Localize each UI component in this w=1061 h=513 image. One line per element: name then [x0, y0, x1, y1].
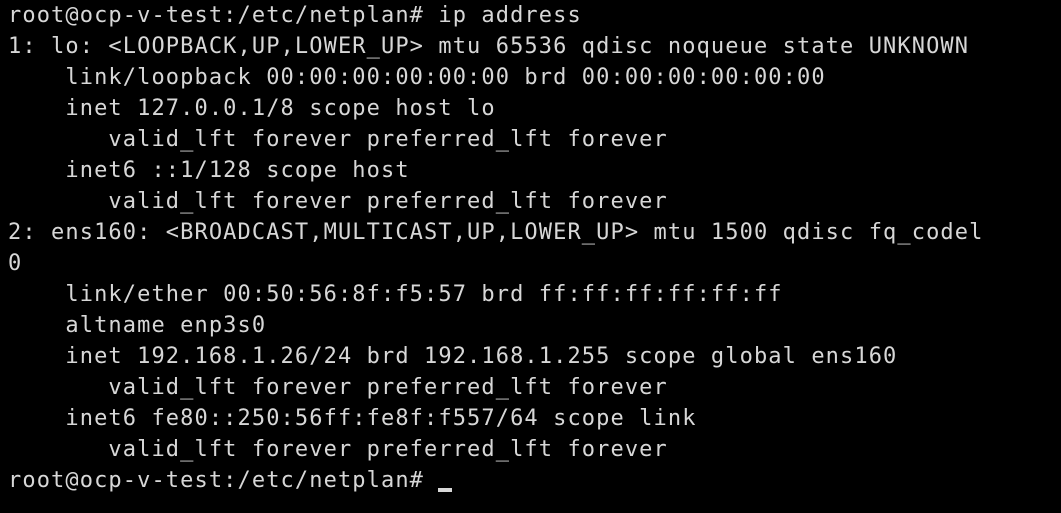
terminal-prompt-line[interactable]: root@ocp-v-test:/etc/netplan#	[8, 465, 453, 496]
terminal-line: valid_lft forever preferred_lft forever	[8, 437, 668, 462]
terminal-line-command: root@ocp-v-test:/etc/netplan# ip address	[8, 3, 582, 28]
terminal-line: inet 127.0.0.1/8 scope host lo	[8, 96, 496, 121]
terminal-line: 1: lo: <LOOPBACK,UP,LOWER_UP> mtu 65536 …	[8, 34, 970, 59]
terminal-line: valid_lft forever preferred_lft forever	[8, 127, 668, 152]
terminal-prompt: root@ocp-v-test:/etc/netplan#	[8, 468, 439, 493]
terminal-line: inet6 fe80::250:56ff:fe8f:f557/64 scope …	[8, 406, 697, 431]
terminal-line: link/loopback 00:00:00:00:00:00 brd 00:0…	[8, 65, 826, 90]
terminal-window[interactable]: root@ocp-v-test:/etc/netplan# ip address…	[0, 0, 1061, 513]
terminal-line: altname enp3s0	[8, 313, 267, 338]
terminal-line: link/ether 00:50:56:8f:f5:57 brd ff:ff:f…	[8, 282, 783, 307]
terminal-cursor[interactable]	[438, 488, 453, 492]
terminal-line: inet 192.168.1.26/24 brd 192.168.1.255 s…	[8, 344, 898, 369]
terminal-line: valid_lft forever preferred_lft forever	[8, 189, 668, 214]
terminal-line: 2: ens160: <BROADCAST,MULTICAST,UP,LOWER…	[8, 220, 984, 245]
terminal-line: 0	[8, 251, 23, 276]
terminal-line: inet6 ::1/128 scope host	[8, 158, 410, 183]
terminal-line: valid_lft forever preferred_lft forever	[8, 375, 668, 400]
